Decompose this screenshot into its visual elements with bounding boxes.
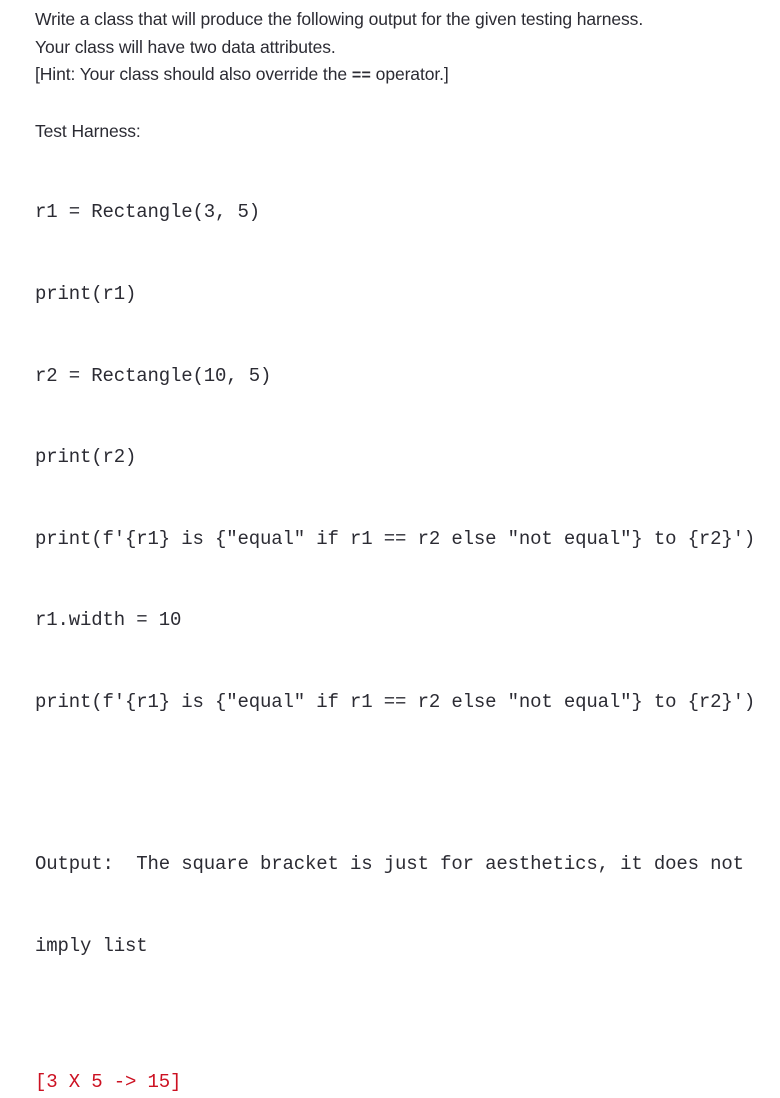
test-harness-label: Test Harness: xyxy=(35,120,141,141)
code-line: print(r2) xyxy=(35,446,137,469)
prompt-paragraph: Write a class that will produce the foll… xyxy=(35,6,780,91)
harness-output-spacer xyxy=(35,771,780,797)
code-line: print(f'{r1} is {"equal" if r1 == r2 els… xyxy=(35,691,756,714)
output-note-block: Output: The square bracket is just for a… xyxy=(35,797,780,1015)
prompt-line-1: Write a class that will produce the foll… xyxy=(35,9,644,29)
hint-prefix-text: [Hint: Your class should also override t… xyxy=(35,64,352,84)
exercise-page: Write a class that will produce the foll… xyxy=(0,0,780,1093)
prompt-hint-line: [Hint: Your class should also override t… xyxy=(35,61,780,91)
test-harness-code-block: r1 = Rectangle(3, 5) print(r1) r2 = Rect… xyxy=(35,145,780,771)
equality-operator-token: == xyxy=(351,67,371,85)
output-result-block: [3 X 5 -> 15] [10 X 5 -> 50] [3 X 5 -> 1… xyxy=(35,1014,780,1098)
output-note-line: Output: The square bracket is just for a… xyxy=(35,853,744,876)
prompt-harness-spacer xyxy=(35,91,780,118)
code-line: r1 = Rectangle(3, 5) xyxy=(35,201,261,224)
prompt-line-2: Your class will have two data attributes… xyxy=(35,36,336,57)
code-line: r1.width = 10 xyxy=(35,609,182,632)
hint-suffix-text: operator.] xyxy=(370,64,449,84)
output-result-line: [3 X 5 -> 15] xyxy=(35,1070,182,1093)
output-note-line: imply list xyxy=(35,934,148,957)
code-line: r2 = Rectangle(10, 5) xyxy=(35,364,272,387)
code-line: print(r1) xyxy=(35,283,137,306)
